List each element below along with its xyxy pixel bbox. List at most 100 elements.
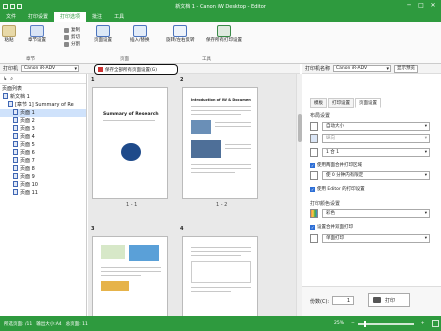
page-icon xyxy=(13,133,18,139)
page-icon xyxy=(8,101,13,107)
page-setup-icon xyxy=(96,25,110,37)
tree-item[interactable]: 页面 11 xyxy=(0,189,86,197)
save-pages-icon xyxy=(98,67,103,72)
orientation-select[interactable]: 纵向 xyxy=(322,134,430,143)
tree-item[interactable]: 页面 1 xyxy=(0,109,86,117)
color-icon xyxy=(310,209,318,218)
duplex-select[interactable]: 单面打印 xyxy=(322,234,430,243)
settings-tabs: 模板 打印设置 页面设置 xyxy=(310,98,381,108)
photo-image xyxy=(191,120,211,134)
editor-settings-checkbox[interactable]: ✓ 使用 Editor 的打印设置 xyxy=(310,186,365,192)
copy-button[interactable]: 复制 xyxy=(64,27,80,33)
tree-item[interactable]: 页面 5 xyxy=(0,141,86,149)
rotate-button[interactable]: 旋转/左右反转 xyxy=(166,25,195,43)
minimize-icon[interactable]: ─ xyxy=(403,0,415,12)
orientation-icon xyxy=(310,134,318,143)
paste-button[interactable]: 粘贴 xyxy=(2,25,16,43)
page-list-toolbar: ↳ ⌕ xyxy=(0,74,86,84)
split-icon xyxy=(64,41,69,47)
print-footer: 份数(C): 1 打印 xyxy=(302,286,441,316)
page-heading: Summary of Research xyxy=(103,112,159,117)
zoom-in-icon[interactable]: + xyxy=(421,321,425,326)
tree-item[interactable]: 页面 4 xyxy=(0,133,86,141)
copies-input[interactable]: 1 xyxy=(332,296,354,305)
tree-item[interactable]: 新文档 1 xyxy=(0,93,86,101)
selected-pages: 所选页面: /11 xyxy=(4,321,33,327)
photo-image xyxy=(191,140,221,158)
paste-icon xyxy=(2,25,16,37)
chart-image xyxy=(101,281,129,291)
duplex-checkbox[interactable]: ✓ 设置合并双面打印 xyxy=(310,224,353,230)
save-all-settings-button[interactable]: 保存所有打印设置 xyxy=(206,25,242,43)
group-chapter-label: 章节 xyxy=(26,57,35,62)
tree-item[interactable]: 页面 8 xyxy=(0,165,86,173)
zoom-value: 25% xyxy=(334,321,345,326)
page-label: 1 - 1 xyxy=(126,202,138,208)
tab-print-setting[interactable]: 打印设置 xyxy=(328,98,354,108)
tab-annotation[interactable]: 批注 xyxy=(86,12,108,22)
page-list-pane: ↳ ⌕ 页面列表 新文档 1 [章节 1] Summary of Re 页面 1 页面… xyxy=(0,74,87,316)
combine-select[interactable]: 使 0 分钟内有限定 xyxy=(322,171,430,180)
page-icon xyxy=(13,141,18,147)
tab-tools[interactable]: 工具 xyxy=(108,12,130,22)
tree-item[interactable]: [章节 1] Summary of Re xyxy=(0,101,86,109)
tree-item[interactable]: 页面 9 xyxy=(0,173,86,181)
preview-area: 1 Summary of Research 1 - 1 2 Introducti… xyxy=(88,74,296,316)
print-button[interactable]: 打印 xyxy=(368,293,410,307)
insert-icon xyxy=(132,25,147,37)
page-icon xyxy=(13,189,18,195)
insert-replace-button[interactable]: 插入/替换 xyxy=(130,25,150,43)
total-pages: 总页面: 11 xyxy=(65,321,88,327)
window-title: 新文档 1 - Canon iW Desktop - Editor xyxy=(175,3,266,10)
tab-page-setting[interactable]: 页面设置 xyxy=(355,98,381,108)
split-button[interactable]: 分割 xyxy=(64,41,80,47)
tree-item[interactable]: 页面 6 xyxy=(0,149,86,157)
printer-select[interactable]: Canon iR-ADV xyxy=(21,65,80,72)
combine-icon xyxy=(310,171,318,180)
color-section-label: 打印颜色设置 xyxy=(310,201,341,207)
tab-file[interactable]: 文件 xyxy=(0,12,22,22)
page-setup-button[interactable]: 页面设置 xyxy=(94,25,112,43)
title-bar: 新文档 1 - Canon iW Desktop - Editor ─ □ ✕ xyxy=(0,0,441,12)
copy-icon xyxy=(64,27,69,33)
page-thumbnail-3[interactable] xyxy=(92,236,168,316)
printer-name-select[interactable]: Canon iR-ADV xyxy=(333,65,392,72)
color-select[interactable]: 彩色 xyxy=(322,209,430,218)
tab-print-options[interactable]: 打印选项 xyxy=(54,12,87,22)
page-thumbnail-2[interactable]: Introduction of iW & Document Solutions xyxy=(182,87,258,199)
printer-label: 打印机 xyxy=(3,66,19,72)
tooltip: 保存全部所有页面设置(G) xyxy=(94,64,178,75)
show-preview-button[interactable]: 显示预览 xyxy=(394,64,419,73)
tree-item[interactable]: 页面 2 xyxy=(0,117,86,125)
tree-item[interactable]: 页面 7 xyxy=(0,157,86,165)
page-number: 1 xyxy=(91,77,95,83)
n-up-select[interactable]: 1 合 1 xyxy=(322,148,430,157)
cut-button[interactable]: 剪切 xyxy=(64,34,80,40)
expand-icon[interactable]: ↳ xyxy=(3,76,7,82)
maximize-icon[interactable]: □ xyxy=(415,0,427,12)
page-thumbnail-1[interactable]: Summary of Research xyxy=(92,87,168,199)
close-icon[interactable]: ✕ xyxy=(427,0,439,12)
zoom-slider[interactable] xyxy=(357,320,414,327)
output-size: 输出大小:A4 xyxy=(36,321,62,327)
page-number: 4 xyxy=(180,226,184,232)
zoom-out-icon[interactable]: − xyxy=(351,321,355,326)
page-number: 2 xyxy=(180,77,184,83)
tab-template[interactable]: 模板 xyxy=(310,98,327,108)
page-thumbnail-4[interactable] xyxy=(182,236,258,316)
find-icon[interactable]: ⌕ xyxy=(10,76,13,82)
tree-item[interactable]: 页面 10 xyxy=(0,181,86,189)
tree-item[interactable]: 页面 3 xyxy=(0,125,86,133)
copies-label: 份数(C): xyxy=(310,299,330,305)
paper-size-select[interactable]: 自动大小 xyxy=(322,122,430,131)
page-icon xyxy=(13,149,18,155)
combine-checkbox[interactable]: ✓ 使用两面合并打印区域 xyxy=(310,162,362,168)
page-icon xyxy=(13,173,18,179)
tab-print-settings[interactable]: 打印设置 xyxy=(22,12,54,22)
chapter-settings-button[interactable]: 章节设置 xyxy=(28,25,46,43)
fit-page-icon[interactable] xyxy=(431,320,439,327)
group-tools-label: 工具 xyxy=(202,57,211,62)
window-controls: ─ □ ✕ xyxy=(403,0,439,12)
zoom-control: 25% − + xyxy=(330,320,441,327)
page-tree: 新文档 1 [章节 1] Summary of Re 页面 1 页面 2 页面 3 页面 … xyxy=(0,93,86,197)
